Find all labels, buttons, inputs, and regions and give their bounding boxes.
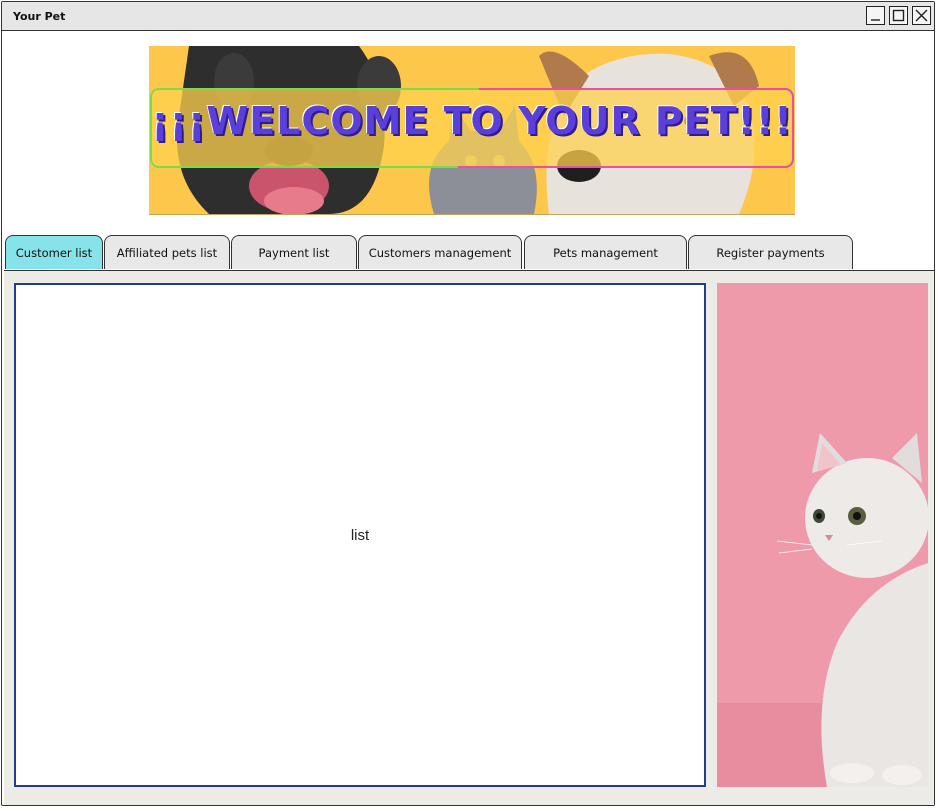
cat-photo <box>717 283 928 787</box>
welcome-banner: ¡¡¡WELCOME TO YOUR PET!!! <box>149 46 795 215</box>
minimize-button[interactable] <box>866 6 885 25</box>
maximize-button[interactable] <box>889 6 908 25</box>
close-icon <box>915 9 928 22</box>
customer-list[interactable]: list <box>14 283 706 787</box>
maximize-icon <box>892 9 905 22</box>
tab-content-panel: list <box>4 270 934 805</box>
tab-payment-list[interactable]: Payment list <box>231 235 357 269</box>
welcome-text: ¡¡¡WELCOME TO YOUR PET!!! <box>151 99 793 143</box>
tab-customer-list[interactable]: Customer list <box>5 235 103 269</box>
tab-register-payments[interactable]: Register payments <box>688 235 853 269</box>
list-placeholder: list <box>350 527 370 544</box>
title-bar[interactable]: Your Pet <box>2 2 934 31</box>
tab-customers-management[interactable]: Customers management <box>358 235 522 269</box>
tab-pets-management[interactable]: Pets management <box>524 235 687 269</box>
tab-affiliated-pets-list[interactable]: Affiliated pets list <box>104 235 230 269</box>
close-button[interactable] <box>912 6 931 25</box>
window-title: Your Pet <box>13 10 66 23</box>
app-window: Your Pet ¡¡¡WELCOME TO YOUR PET!!! Custo… <box>1 1 935 806</box>
cat-image <box>717 283 928 787</box>
minimize-icon <box>871 19 880 21</box>
